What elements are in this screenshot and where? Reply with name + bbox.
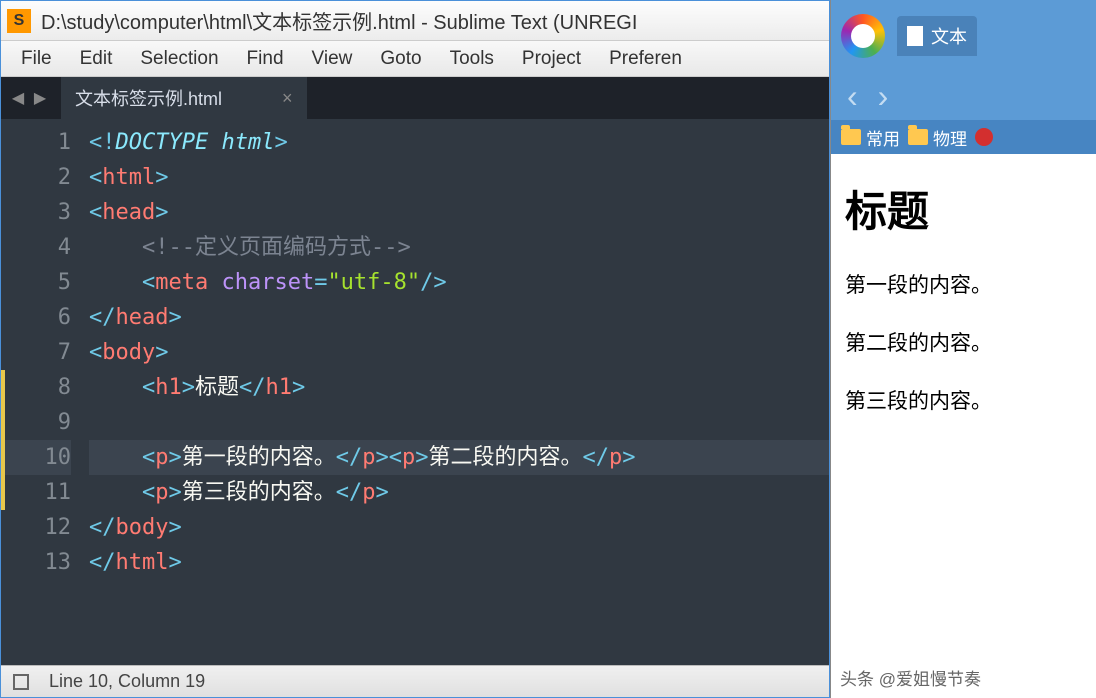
menu-preferen[interactable]: Preferen xyxy=(597,44,694,74)
code-line[interactable]: <!--定义页面编码方式--> xyxy=(89,230,829,265)
sublime-editor: S D:\study\computer\html\文本标签示例.html - S… xyxy=(0,0,830,698)
cursor-position: Line 10, Column 19 xyxy=(49,671,205,692)
code-line[interactable]: </html> xyxy=(89,545,829,580)
menu-selection[interactable]: Selection xyxy=(128,44,230,74)
menu-goto[interactable]: Goto xyxy=(368,44,433,74)
menu-file[interactable]: File xyxy=(9,44,64,74)
browser-tab[interactable]: 文本 xyxy=(897,16,977,56)
line-number[interactable]: 6 xyxy=(1,300,71,335)
file-tab[interactable]: 文本标签示例.html × xyxy=(61,77,307,119)
line-number[interactable]: 13 xyxy=(1,545,71,580)
code-line[interactable]: <meta charset="utf-8"/> xyxy=(89,265,829,300)
code-editor[interactable]: 12345678910111213 <!DOCTYPE html><html><… xyxy=(1,119,829,665)
browser-navbar: ‹ › xyxy=(831,72,1096,120)
bookmark-item[interactable]: 物理 xyxy=(908,125,967,150)
line-number[interactable]: 8 xyxy=(1,370,71,405)
code-line[interactable]: <p>第三段的内容。</p> xyxy=(89,475,829,510)
code-line[interactable] xyxy=(89,405,829,440)
folder-icon xyxy=(908,129,928,145)
menubar: FileEditSelectionFindViewGotoToolsProjec… xyxy=(1,41,829,77)
page-paragraph: 第二段的内容。 xyxy=(845,327,1082,357)
browser-logo-icon[interactable] xyxy=(841,14,885,58)
line-number[interactable]: 11 xyxy=(1,475,71,510)
line-number[interactable]: 12 xyxy=(1,510,71,545)
menu-edit[interactable]: Edit xyxy=(68,44,125,74)
code-line[interactable]: <html> xyxy=(89,160,829,195)
line-number[interactable]: 1 xyxy=(1,125,71,160)
code-line[interactable]: <p>第一段的内容。</p><p>第二段的内容。</p> xyxy=(89,440,829,475)
browser-tab-title: 文本 xyxy=(931,23,967,49)
tab-label: 文本标签示例.html xyxy=(75,85,222,111)
line-gutter: 12345678910111213 xyxy=(1,119,89,665)
line-number[interactable]: 7 xyxy=(1,335,71,370)
statusbar: Line 10, Column 19 xyxy=(1,665,829,697)
back-icon[interactable]: ‹ xyxy=(847,78,858,115)
status-panel-icon[interactable] xyxy=(13,674,29,690)
line-number[interactable]: 4 xyxy=(1,230,71,265)
bookmarks-bar: 常用物理 xyxy=(831,120,1096,154)
browser-window: 文本 ‹ › 常用物理 标题 第一段的内容。第二段的内容。第三段的内容。 xyxy=(830,0,1096,698)
code-line[interactable]: </body> xyxy=(89,510,829,545)
line-number[interactable]: 2 xyxy=(1,160,71,195)
line-number[interactable]: 10 xyxy=(1,440,71,475)
code-line[interactable]: </head> xyxy=(89,300,829,335)
file-icon xyxy=(907,26,923,46)
tab-forward-icon[interactable]: ▶ xyxy=(31,89,49,107)
attribution-text: 头条 @爱姐慢节奏 xyxy=(840,665,981,690)
tab-close-icon[interactable]: × xyxy=(282,88,293,109)
menu-view[interactable]: View xyxy=(300,44,365,74)
forward-icon[interactable]: › xyxy=(878,78,889,115)
folder-icon xyxy=(841,129,861,145)
line-number[interactable]: 5 xyxy=(1,265,71,300)
line-number[interactable]: 3 xyxy=(1,195,71,230)
sublime-app-icon: S xyxy=(7,9,31,33)
code-body[interactable]: <!DOCTYPE html><html><head> <!--定义页面编码方式… xyxy=(89,119,829,665)
code-line[interactable]: <head> xyxy=(89,195,829,230)
bookmark-item[interactable]: 常用 xyxy=(841,125,900,150)
page-heading: 标题 xyxy=(845,178,1082,239)
tabbar: ◀ ▶ 文本标签示例.html × xyxy=(1,77,829,119)
menu-tools[interactable]: Tools xyxy=(438,44,506,74)
titlebar: S D:\study\computer\html\文本标签示例.html - S… xyxy=(1,1,829,41)
browser-titlebar: 文本 xyxy=(831,0,1096,72)
page-paragraph: 第三段的内容。 xyxy=(845,385,1082,415)
page-content: 标题 第一段的内容。第二段的内容。第三段的内容。 xyxy=(831,154,1096,698)
line-number[interactable]: 9 xyxy=(1,405,71,440)
code-line[interactable]: <!DOCTYPE html> xyxy=(89,125,829,160)
code-line[interactable]: <h1>标题</h1> xyxy=(89,370,829,405)
page-paragraph: 第一段的内容。 xyxy=(845,269,1082,299)
tab-back-icon[interactable]: ◀ xyxy=(9,89,27,107)
menu-find[interactable]: Find xyxy=(235,44,296,74)
code-line[interactable]: <body> xyxy=(89,335,829,370)
menu-project[interactable]: Project xyxy=(510,44,593,74)
window-title: D:\study\computer\html\文本标签示例.html - Sub… xyxy=(41,6,637,35)
bookmark-ext-icon[interactable] xyxy=(975,128,993,146)
